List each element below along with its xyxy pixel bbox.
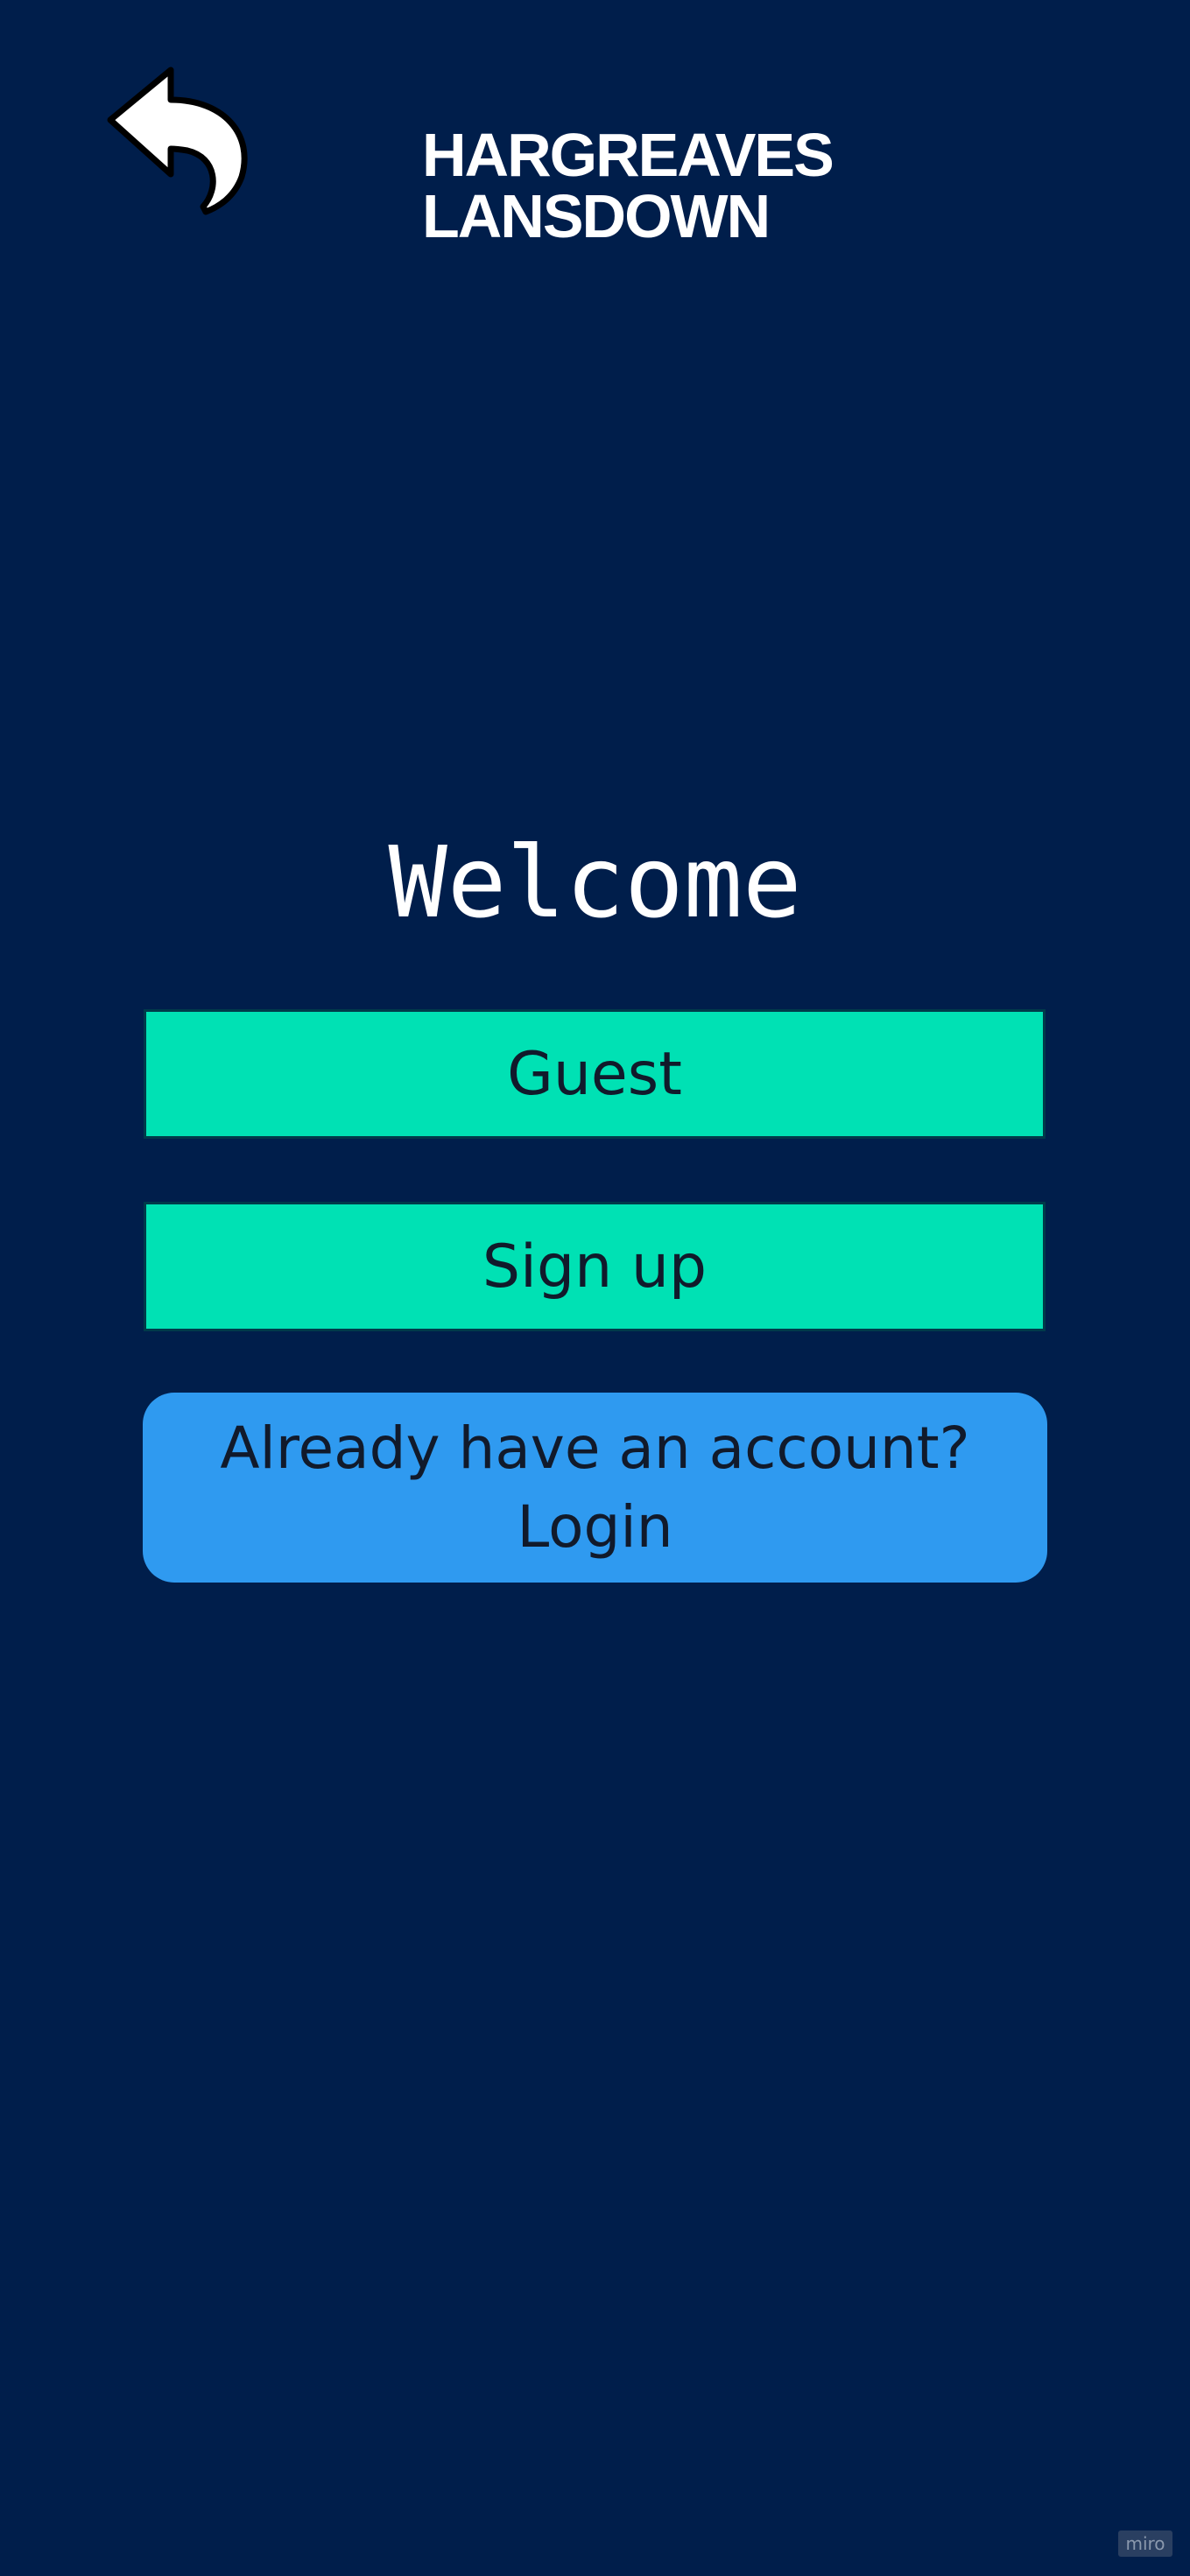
sign-up-button[interactable]: Sign up [144,1202,1046,1331]
brand-logo: HARGREAVES LANSDOWN [422,121,834,250]
login-prompt-text: Already have an account? [220,1414,970,1482]
miro-watermark: miro [1118,2530,1172,2557]
sign-up-button-label: Sign up [482,1232,708,1302]
logo-line-1: HARGREAVES [422,121,834,189]
login-label: Login [517,1492,673,1561]
login-button[interactable]: Already have an account? Login [143,1393,1047,1583]
guest-button[interactable]: Guest [144,1009,1046,1139]
page-title: Welcome [388,826,802,940]
guest-button-label: Guest [507,1039,682,1109]
logo-line-2: LANSDOWN [422,182,771,250]
back-arrow-icon [107,67,248,215]
back-button[interactable] [103,65,254,219]
